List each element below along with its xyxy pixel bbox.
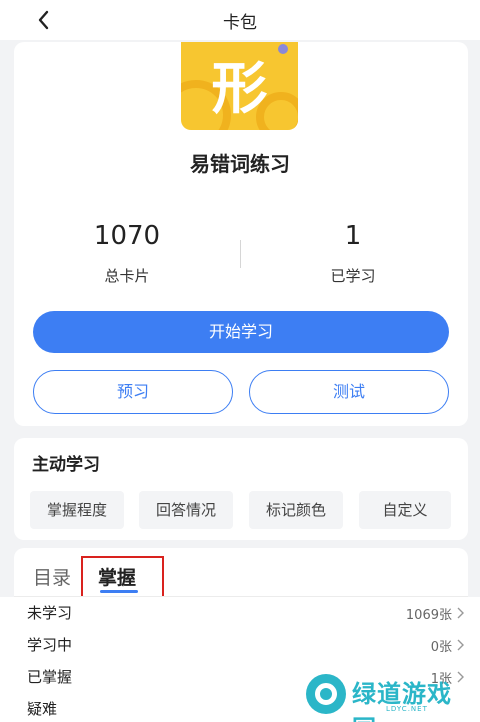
total-cards-stat: 1070 总卡片 xyxy=(27,221,227,286)
top-bar: 卡包 xyxy=(0,0,480,40)
watermark-logo: 绿道游戏园 LDYC.NET xyxy=(306,672,476,722)
list-item[interactable]: 学习中 0张 xyxy=(0,630,480,660)
total-cards-label: 总卡片 xyxy=(104,267,150,285)
preview-button[interactable]: 预习 xyxy=(33,370,233,414)
list-item-name: 学习中 xyxy=(27,636,73,654)
active-learning-title: 主动学习 xyxy=(32,455,100,475)
chevron-right-icon xyxy=(457,607,464,619)
watermark-text: 绿道游戏园 xyxy=(352,680,452,722)
learned-value: 1 xyxy=(344,221,362,251)
deck-logo: 形 xyxy=(181,42,298,130)
learned-label: 已学习 xyxy=(330,267,376,285)
total-cards-value: 1070 xyxy=(93,221,161,251)
list-item-name: 疑难 xyxy=(27,700,58,718)
custom-chip[interactable]: 自定义 xyxy=(359,491,451,529)
mark-color-chip[interactable]: 标记颜色 xyxy=(249,491,343,529)
watermark-subtext: LDYC.NET xyxy=(386,705,428,713)
list-item-name: 未学习 xyxy=(27,604,73,622)
mastery-level-chip[interactable]: 掌握程度 xyxy=(30,491,124,529)
test-button[interactable]: 测试 xyxy=(249,370,449,414)
tab-catalog[interactable]: 目录 xyxy=(33,563,71,590)
stats-divider xyxy=(240,240,241,268)
start-learning-button[interactable]: 开始学习 xyxy=(33,311,449,353)
answer-status-chip[interactable]: 回答情况 xyxy=(139,491,233,529)
deck-name: 易错词练习 xyxy=(190,152,290,176)
highlight-annotation-box xyxy=(81,556,164,598)
page-title: 卡包 xyxy=(223,13,257,33)
list-item[interactable]: 未学习 1069张 xyxy=(0,598,480,628)
logo-character: 形 xyxy=(211,57,268,122)
list-item-name: 已掌握 xyxy=(27,668,73,686)
list-item-count: 0张 xyxy=(430,640,452,655)
watermark-icon xyxy=(306,674,346,714)
list-item-count: 1069张 xyxy=(405,608,452,623)
learned-stat: 1 已学习 xyxy=(253,221,453,286)
chevron-right-icon xyxy=(457,639,464,651)
